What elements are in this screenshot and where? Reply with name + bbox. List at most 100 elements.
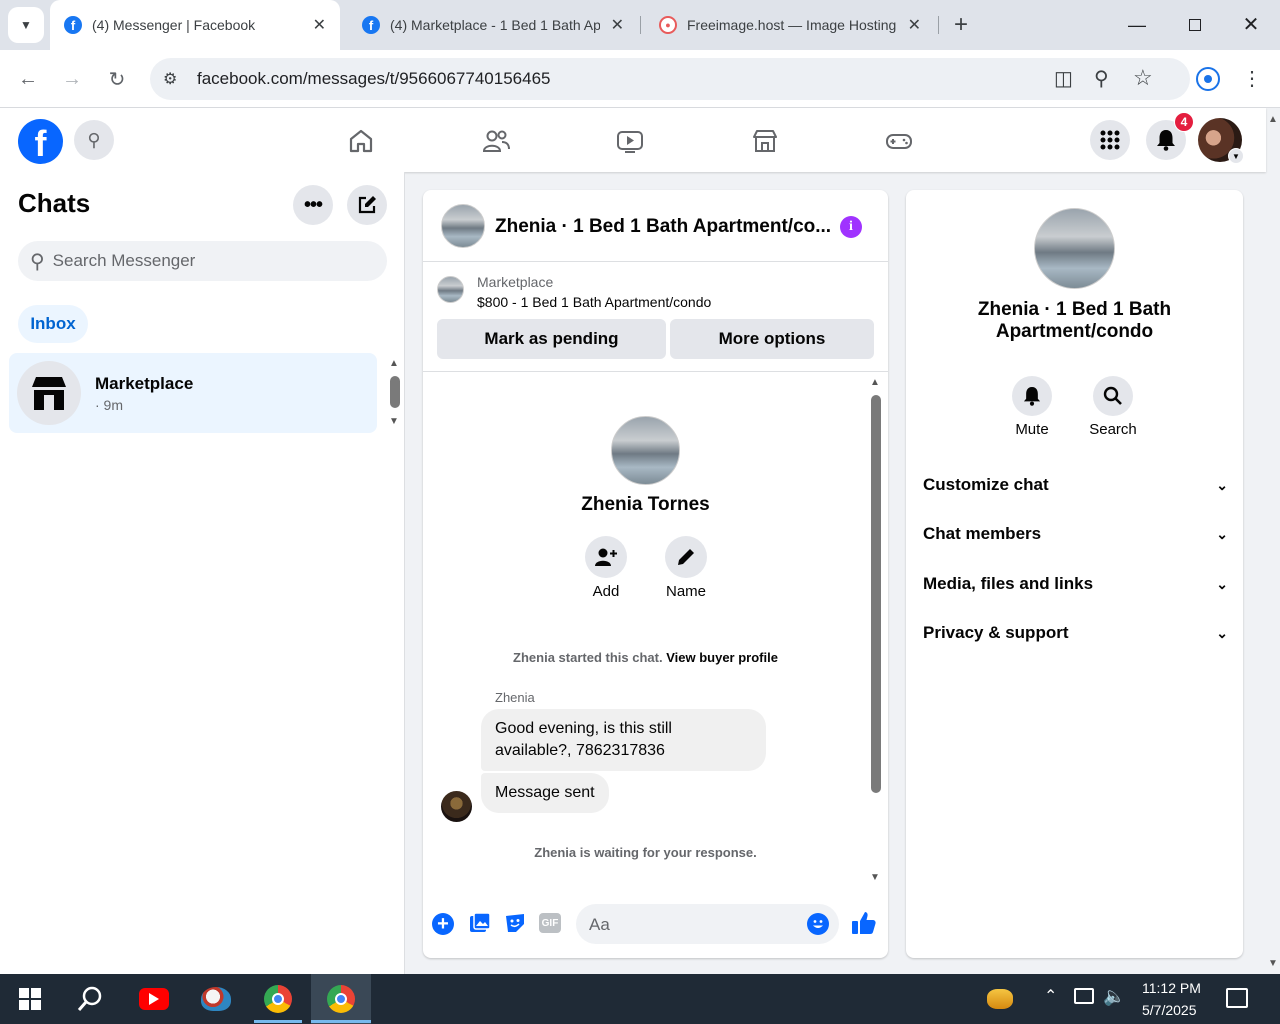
account-chevron-icon[interactable]: ▼ <box>1228 148 1244 164</box>
search-messenger-placeholder[interactable]: Search Messenger <box>53 251 196 271</box>
details-avatar[interactable] <box>1034 208 1115 289</box>
chat-started-row: Zhenia started this chat. View buyer pro… <box>423 650 868 665</box>
minimize-button[interactable]: — <box>1122 10 1152 40</box>
add-label: Add <box>592 583 620 600</box>
search-in-conversation-button[interactable] <box>1093 376 1133 416</box>
url-text[interactable]: facebook.com/messages/t/9566067740156465 <box>197 69 550 89</box>
info-icon: i <box>849 219 853 234</box>
compose-icon <box>358 196 376 214</box>
chat-list-scrollbar-thumb[interactable] <box>390 376 400 408</box>
clock-time[interactable]: 11:12 PM <box>1142 980 1201 996</box>
nav-marketplace[interactable] <box>748 124 782 158</box>
install-app-icon[interactable]: ◫ <box>1054 66 1073 91</box>
home-icon <box>349 129 373 153</box>
media-files-links-section[interactable]: Media, files and links ⌄ <box>923 564 1228 604</box>
facebook-logo[interactable]: f <box>18 119 63 164</box>
mute-button[interactable] <box>1012 376 1052 416</box>
inbox-filter-chip[interactable]: Inbox <box>18 305 88 343</box>
page-scrollbar-down-arrow[interactable]: ▼ <box>1266 958 1280 970</box>
sticker-button[interactable] <box>504 912 526 934</box>
emoji-button[interactable] <box>807 913 829 935</box>
page-scrollbar-up-arrow[interactable]: ▲ <box>1266 114 1280 126</box>
reload-button[interactable]: ↻ <box>101 63 133 95</box>
message-scroll-down[interactable]: ▼ <box>870 872 880 883</box>
view-buyer-profile-link[interactable]: View buyer profile <box>666 650 778 665</box>
zoom-icon[interactable]: ⚲ <box>1094 66 1109 91</box>
tray-app-icon[interactable] <box>972 974 1028 1024</box>
search-label: Search <box>1089 421 1137 438</box>
volume-icon[interactable]: 🔈 <box>1103 986 1125 1007</box>
browser-toolbar: ← → ↻ ⚙ facebook.com/messages/t/95660677… <box>0 50 1280 108</box>
nav-watch[interactable] <box>613 124 647 158</box>
chat-members-section[interactable]: Chat members ⌄ <box>923 514 1228 554</box>
customize-chat-section[interactable]: Customize chat ⌄ <box>923 465 1228 505</box>
message-input[interactable]: Aa <box>576 904 839 944</box>
conversation-header[interactable]: Zhenia · 1 Bed 1 Bath Apartment/co... i <box>423 190 888 262</box>
taskbar-chrome-1[interactable] <box>250 974 306 1024</box>
conversation-avatar[interactable] <box>441 204 485 248</box>
close-icon[interactable]: ✕ <box>908 15 921 35</box>
notification-center-button[interactable] <box>1226 988 1248 1008</box>
profile-button[interactable] <box>1196 67 1220 91</box>
close-window-button[interactable]: ✕ <box>1236 10 1266 40</box>
tab-list-dropdown-button[interactable]: ▼ <box>8 7 44 43</box>
message-bubble[interactable]: Good evening, is this still available?, … <box>481 709 766 771</box>
show-hidden-icons-button[interactable]: ⌃ <box>1044 986 1057 1006</box>
nav-home[interactable] <box>344 124 378 158</box>
like-button[interactable] <box>851 910 877 936</box>
bookmark-star-icon[interactable]: ☆ <box>1133 65 1153 91</box>
tab-freeimage[interactable]: ● Freeimage.host — Image Hosting ✕ <box>645 0 935 50</box>
gif-button[interactable]: GIF <box>539 913 561 933</box>
new-message-button[interactable] <box>347 185 387 225</box>
tab-messenger[interactable]: f (4) Messenger | Facebook ✕ <box>50 0 340 50</box>
profile-avatar[interactable] <box>611 416 680 485</box>
edit-name-button[interactable] <box>665 536 707 578</box>
nav-friends[interactable] <box>479 124 513 158</box>
chats-options-button[interactable]: ••• <box>293 185 333 225</box>
taskbar-chrome-2[interactable] <box>311 974 371 1024</box>
chat-started-text: Zhenia started this chat. <box>513 650 663 665</box>
address-bar[interactable]: ⚙ facebook.com/messages/t/95660677401564… <box>150 58 1190 100</box>
close-icon[interactable]: ✕ <box>611 15 624 35</box>
privacy-support-section[interactable]: Privacy & support ⌄ <box>923 613 1228 653</box>
nav-gaming[interactable] <box>882 124 916 158</box>
more-actions-button[interactable]: + <box>432 913 454 935</box>
site-info-icon[interactable]: ⚙ <box>163 69 177 89</box>
add-people-button[interactable] <box>585 536 627 578</box>
forward-button[interactable]: → <box>56 63 88 95</box>
menu-button[interactable]: ⋮ <box>1242 64 1262 94</box>
tab-title: (4) Messenger | Facebook <box>92 17 256 33</box>
start-button[interactable] <box>2 974 58 1024</box>
taskbar-youtube[interactable] <box>126 974 182 1024</box>
taskbar-app-icon[interactable] <box>188 974 244 1024</box>
message-scrollbar-thumb[interactable] <box>871 395 881 793</box>
arrow-right-icon: → <box>62 67 82 90</box>
mark-as-pending-button[interactable]: Mark as pending <box>437 319 666 359</box>
taskbar-search-button[interactable] <box>62 974 118 1024</box>
conversation-info-button[interactable]: i <box>840 216 862 238</box>
attach-photo-button[interactable] <box>469 912 491 934</box>
messenger-search[interactable]: ⚲ Search Messenger <box>18 241 387 281</box>
clock-date[interactable]: 5/7/2025 <box>1142 1002 1197 1018</box>
menu-grid-button[interactable] <box>1090 120 1130 160</box>
bell-icon <box>1023 387 1041 406</box>
network-icon[interactable] <box>1074 988 1094 1004</box>
listing-thumbnail[interactable] <box>437 276 464 303</box>
chat-list-scroll-down[interactable]: ▼ <box>389 416 399 427</box>
more-options-label: More options <box>718 329 826 348</box>
more-options-button[interactable]: More options <box>670 319 874 359</box>
tab-marketplace[interactable]: f (4) Marketplace - 1 Bed 1 Bath Apartme… <box>348 0 638 50</box>
chat-list-item-marketplace[interactable]: Marketplace · 9m <box>9 353 377 433</box>
message-scroll-up[interactable]: ▲ <box>870 377 880 388</box>
message-bubble[interactable]: Message sent <box>481 773 609 813</box>
back-button[interactable]: ← <box>12 63 44 95</box>
close-icon[interactable]: ✕ <box>313 15 326 35</box>
facebook-search-button[interactable]: ⚲ <box>74 120 114 160</box>
chat-list-scroll-up[interactable]: ▲ <box>389 358 399 369</box>
more-dots-icon: ••• <box>303 193 323 216</box>
gif-icon: GIF <box>541 917 559 929</box>
new-tab-button[interactable]: + <box>948 10 974 40</box>
mark-as-pending-label: Mark as pending <box>484 329 619 348</box>
listing-title[interactable]: $800 - 1 Bed 1 Bath Apartment/condo <box>477 294 711 310</box>
restore-button[interactable] <box>1180 10 1210 40</box>
